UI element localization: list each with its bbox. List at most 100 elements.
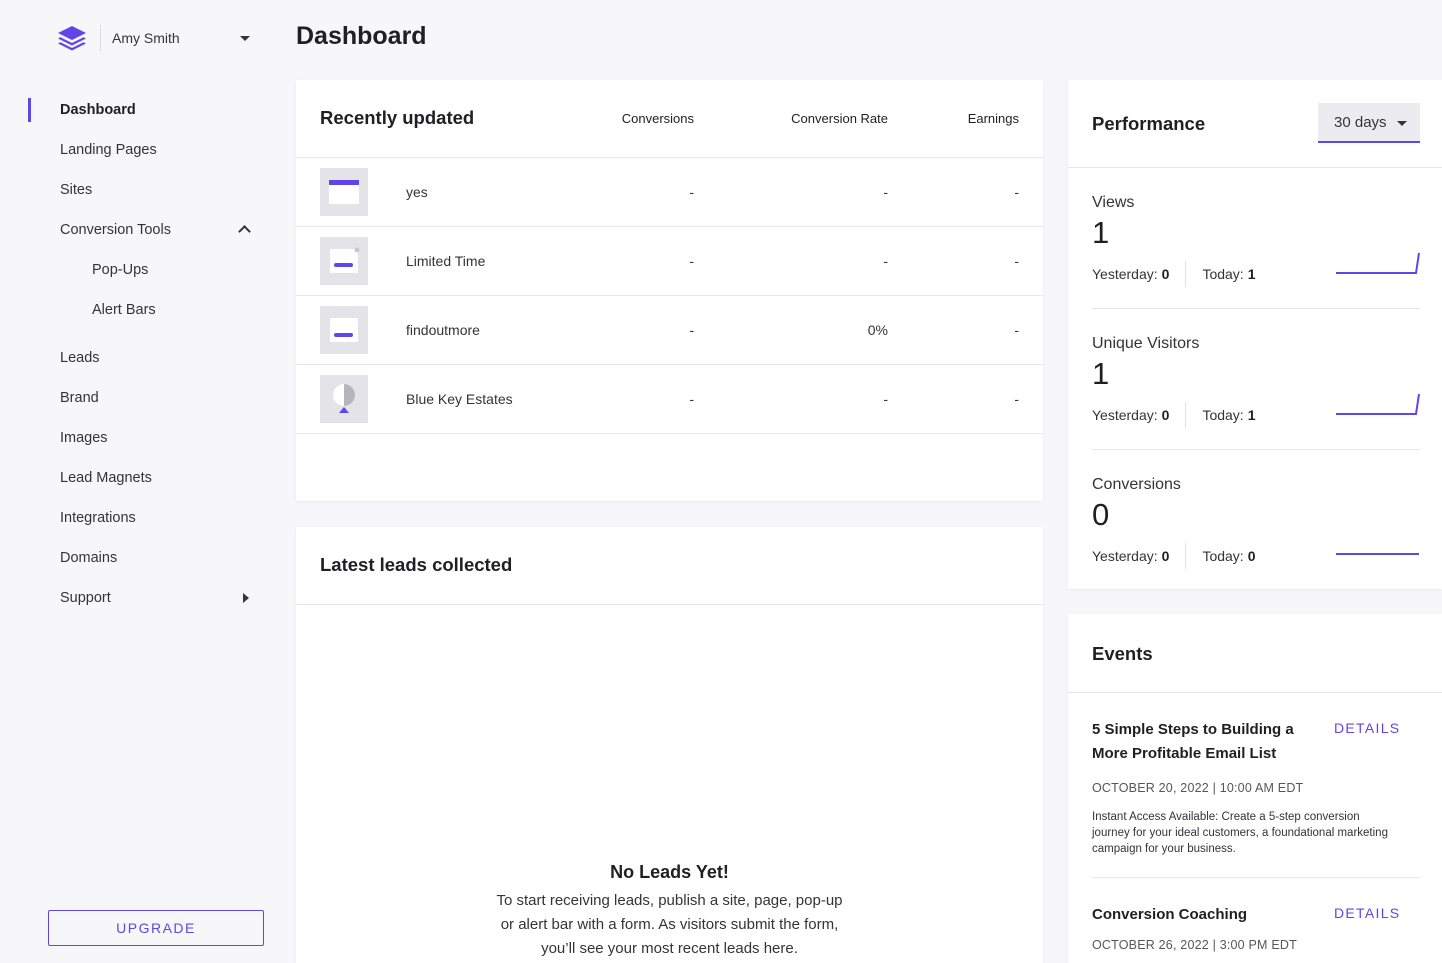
table-row[interactable]: findoutmore - 0% - (296, 296, 1043, 365)
yesterday-label: Yesterday: (1092, 266, 1158, 282)
row-name[interactable]: yes (406, 184, 428, 200)
sidebar: Amy Smith Dashboard Landing Pages Sites … (0, 0, 280, 963)
performance-title: Performance (1092, 113, 1206, 134)
row-conversions: - (689, 253, 694, 269)
sidebar-item-label: Brand (60, 390, 99, 406)
popup-thumb-icon (320, 306, 368, 354)
sidebar-item-label: Conversion Tools (60, 222, 171, 238)
event-date: OCTOBER 20, 2022 | 10:00 AM EDT (1092, 781, 1304, 795)
caret-down-icon (1397, 121, 1407, 126)
row-conversion-rate: - (883, 253, 888, 269)
empty-state-text: To start receiving leads, publish a site… (496, 892, 843, 957)
metric-breakdown: Yesterday: 0 Today: 0 (1092, 543, 1255, 569)
sidebar-item-label: Images (60, 430, 108, 446)
row-name[interactable]: Blue Key Estates (406, 391, 513, 407)
metric-breakdown: Yesterday: 0 Today: 1 (1092, 402, 1255, 428)
caret-down-icon[interactable] (240, 35, 250, 41)
sidebar-item-conversion-tools[interactable]: Conversion Tools (0, 210, 280, 250)
yesterday-label: Yesterday: (1092, 407, 1158, 423)
sidebar-item-landing-pages[interactable]: Landing Pages (0, 130, 280, 170)
row-conversions: - (689, 184, 694, 200)
stacked-layers-icon[interactable] (56, 22, 88, 54)
column-header-conversions[interactable]: Conversions (622, 111, 694, 126)
yesterday-value: 0 (1161, 266, 1170, 282)
recently-updated-title: Recently updated (320, 107, 475, 128)
row-name[interactable]: findoutmore (406, 322, 480, 338)
sidebar-item-dashboard[interactable]: Dashboard (0, 90, 280, 130)
column-header-earnings[interactable]: Earnings (968, 111, 1019, 126)
upgrade-button[interactable]: UPGRADE (48, 910, 264, 946)
yesterday-value: 0 (1161, 548, 1170, 564)
performance-card: Performance 30 days Views 1 Yesterday: 0 … (1068, 80, 1442, 589)
latest-leads-card: Latest leads collected No Leads Yet! To … (296, 527, 1043, 963)
sidebar-item-domains[interactable]: Domains (0, 538, 280, 578)
chevron-up-icon[interactable] (238, 225, 251, 238)
sidebar-item-sites[interactable]: Sites (0, 170, 280, 210)
row-conversions: - (689, 391, 694, 407)
metric-separator (1185, 402, 1187, 428)
sidebar-item-label: Leads (60, 350, 100, 366)
metric-separator (1185, 261, 1187, 287)
row-conversion-rate: - (883, 391, 888, 407)
sidebar-item-brand[interactable]: Brand (0, 378, 280, 418)
today-label: Today: (1202, 407, 1244, 423)
sidebar-item-label: Sites (60, 182, 93, 198)
metric-conversions: Conversions 0 Yesterday: 0 Today: 0 (1092, 476, 1420, 617)
table-row[interactable]: Blue Key Estates - - - (296, 365, 1043, 434)
yesterday-value: 0 (1161, 407, 1170, 423)
metric-divider (1092, 449, 1420, 450)
event-title: 5 Simple Steps to Building a More Profit… (1092, 721, 1294, 762)
today-value: 1 (1247, 266, 1256, 282)
recently-updated-card: Recently updated Conversions Conversion … (296, 80, 1043, 501)
page-title: Dashboard (296, 22, 427, 50)
row-earnings: - (1014, 391, 1019, 407)
event-title: Conversion Coaching (1092, 906, 1248, 923)
sidebar-item-label: Integrations (60, 510, 136, 526)
user-name[interactable]: Amy Smith (112, 30, 240, 46)
table-row[interactable]: Limited Time - - - (296, 227, 1043, 296)
sidebar-item-pop-ups[interactable]: Pop-Ups (0, 250, 280, 290)
event-date: OCTOBER 26, 2022 | 3:00 PM EDT (1092, 938, 1297, 952)
metric-value: 0 (1092, 497, 1110, 532)
event-details-link[interactable]: DETAILS (1334, 905, 1400, 921)
metric-divider (1092, 308, 1420, 309)
sidebar-item-support[interactable]: Support (0, 578, 280, 618)
metric-separator (1185, 543, 1187, 569)
sidebar-item-alert-bars[interactable]: Alert Bars (0, 290, 280, 330)
card-divider (1068, 692, 1442, 693)
sidebar-item-lead-magnets[interactable]: Lead Magnets (0, 458, 280, 498)
row-conversion-rate: 0% (867, 322, 888, 338)
sidebar-item-leads[interactable]: Leads (0, 338, 280, 378)
metric-unique-visitors: Unique Visitors 1 Yesterday: 0 Today: 1 (1092, 335, 1420, 476)
row-earnings: - (1014, 322, 1019, 338)
date-range-select[interactable]: 30 days (1318, 103, 1420, 143)
sidebar-item-images[interactable]: Images (0, 418, 280, 458)
event-details-link[interactable]: DETAILS (1334, 720, 1400, 736)
sidebar-item-label: Lead Magnets (60, 470, 152, 486)
brand-divider (100, 25, 101, 51)
sidebar-item-label: Landing Pages (60, 142, 157, 158)
conversions-sparkline (1336, 553, 1419, 555)
event-divider (1092, 877, 1420, 878)
events-title: Events (1092, 643, 1153, 664)
row-earnings: - (1014, 184, 1019, 200)
alert-bar-thumb-icon (320, 168, 368, 216)
sidebar-item-label: Dashboard (60, 102, 136, 118)
metric-label: Views (1092, 194, 1135, 211)
sidebar-item-label: Alert Bars (92, 302, 156, 318)
sidebar-item-integrations[interactable]: Integrations (0, 498, 280, 538)
metric-breakdown: Yesterday: 0 Today: 1 (1092, 261, 1255, 287)
column-header-conversion-rate[interactable]: Conversion Rate (791, 111, 888, 126)
today-value: 0 (1247, 548, 1256, 564)
sidebar-nav: Dashboard Landing Pages Sites Conversion… (0, 90, 280, 618)
views-sparkline (1336, 252, 1420, 274)
account-switcher[interactable]: Amy Smith (56, 22, 256, 54)
row-name[interactable]: Limited Time (406, 253, 485, 269)
table-row[interactable]: yes - - - (296, 158, 1043, 227)
sidebar-item-label: Pop-Ups (92, 262, 149, 278)
today-value: 1 (1247, 407, 1256, 423)
metric-label: Unique Visitors (1092, 335, 1200, 352)
caret-right-icon[interactable] (243, 593, 249, 603)
sidebar-item-label: Support (60, 590, 111, 606)
